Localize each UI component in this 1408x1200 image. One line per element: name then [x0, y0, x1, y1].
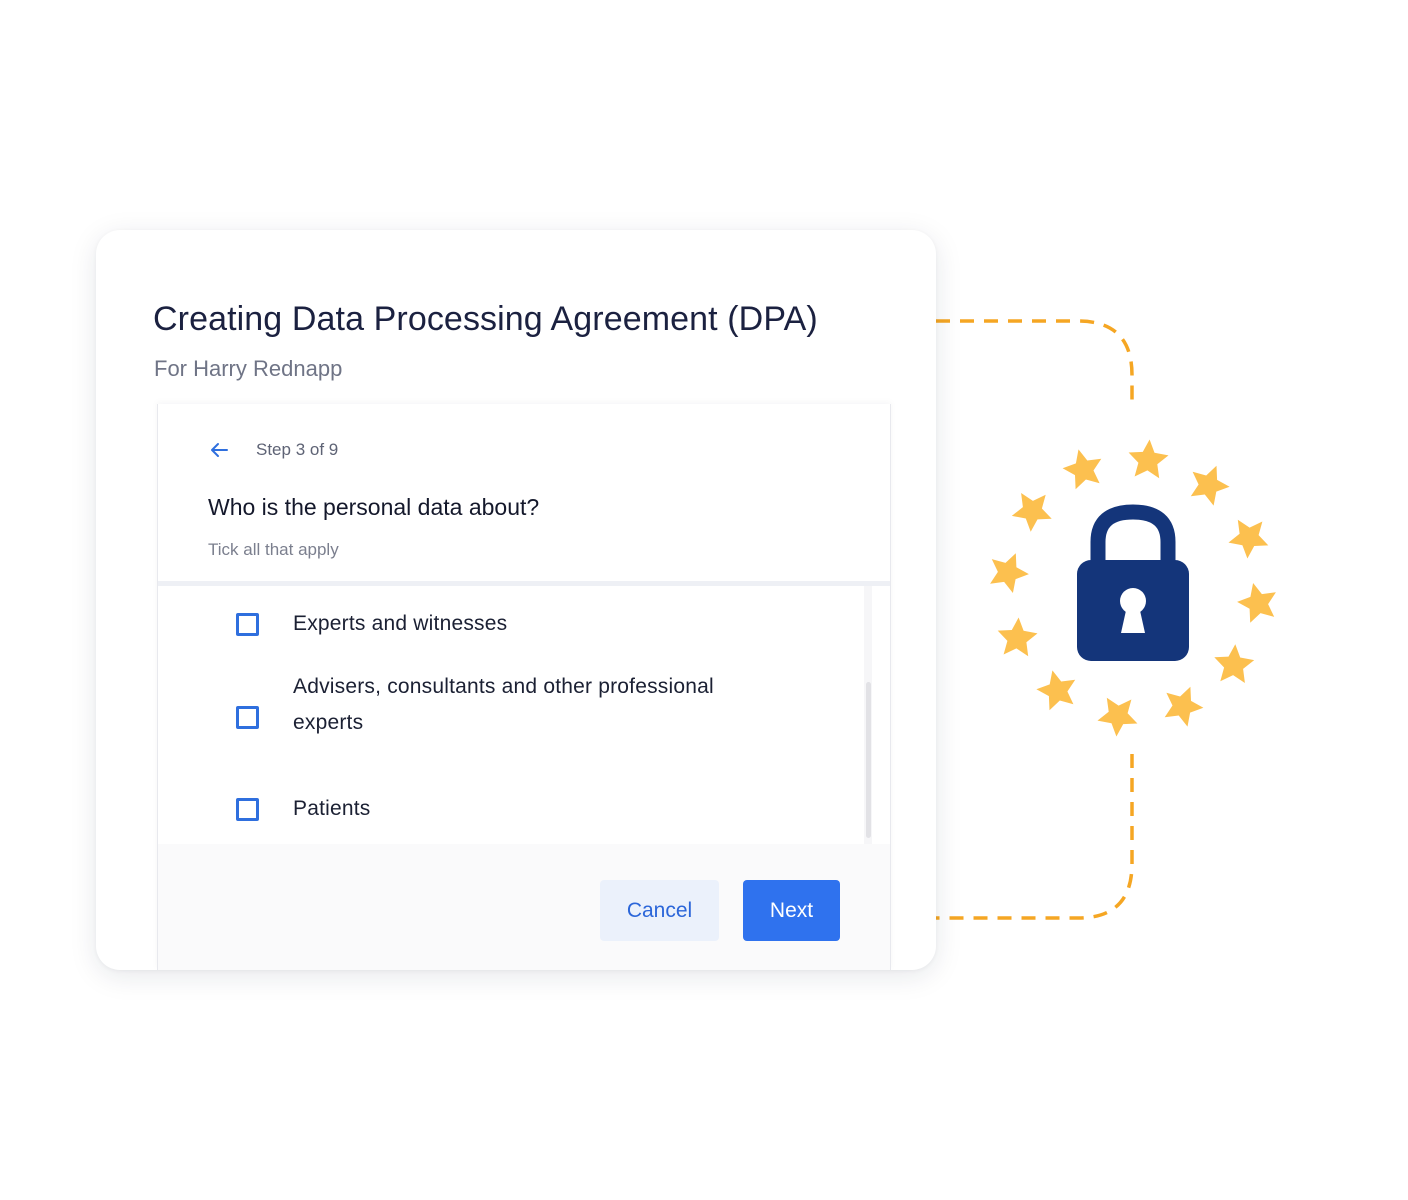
- checkbox[interactable]: [236, 706, 259, 729]
- scrollbar-thumb[interactable]: [866, 682, 871, 838]
- back-button[interactable]: [204, 438, 234, 462]
- star-icon: [1036, 670, 1076, 711]
- option-patients[interactable]: Patients: [236, 797, 370, 821]
- padlock-icon: [1077, 504, 1189, 661]
- dashed-connector-top: [936, 319, 1134, 400]
- option-label: Experts and witnesses: [293, 612, 508, 635]
- wizard-footer: Cancel Next: [158, 844, 890, 970]
- arrow-left-icon: [211, 443, 228, 457]
- checkbox[interactable]: [236, 613, 259, 636]
- option-label: Advisers, consultants and other professi…: [293, 675, 714, 734]
- dialog-title: Creating Data Processing Agreement (DPA): [153, 300, 818, 338]
- question-heading: Who is the personal data about?: [208, 494, 540, 520]
- cancel-button[interactable]: Cancel: [600, 880, 719, 941]
- option-label: Patients: [293, 797, 371, 820]
- star-icon: [1164, 686, 1204, 727]
- star-icon: [1190, 465, 1230, 506]
- wizard-header: Step 3 of 9 Who is the personal data abo…: [158, 404, 890, 586]
- star-icon: [1228, 519, 1269, 559]
- star-icon: [1097, 697, 1138, 737]
- dashed-connector-bottom: [936, 754, 1134, 920]
- next-button[interactable]: Next: [743, 880, 840, 941]
- dpa-dialog-card: Creating Data Processing Agreement (DPA)…: [96, 230, 936, 970]
- canvas: Creating Data Processing Agreement (DPA)…: [0, 0, 1408, 1200]
- step-indicator: Step 3 of 9: [256, 440, 339, 459]
- option-advisers-consultants[interactable]: Advisers, consultants and other professi…: [236, 675, 714, 734]
- option-experts-and-witnesses[interactable]: Experts and witnesses: [236, 612, 507, 636]
- options-list: Experts and witnesses Advisers, consulta…: [158, 586, 890, 844]
- star-icon: [1062, 449, 1102, 490]
- dialog-subtitle: For Harry Rednapp: [154, 356, 343, 381]
- star-icon: [1128, 439, 1169, 479]
- wizard-panel: Step 3 of 9 Who is the personal data abo…: [157, 404, 891, 970]
- star-icon: [1237, 583, 1276, 623]
- star-icon: [997, 617, 1038, 657]
- star-icon: [990, 553, 1029, 593]
- star-icon: [1011, 493, 1052, 532]
- question-hint: Tick all that apply: [208, 540, 339, 559]
- star-icon: [1214, 644, 1255, 683]
- checkbox[interactable]: [236, 798, 259, 821]
- star-ring: [990, 439, 1276, 737]
